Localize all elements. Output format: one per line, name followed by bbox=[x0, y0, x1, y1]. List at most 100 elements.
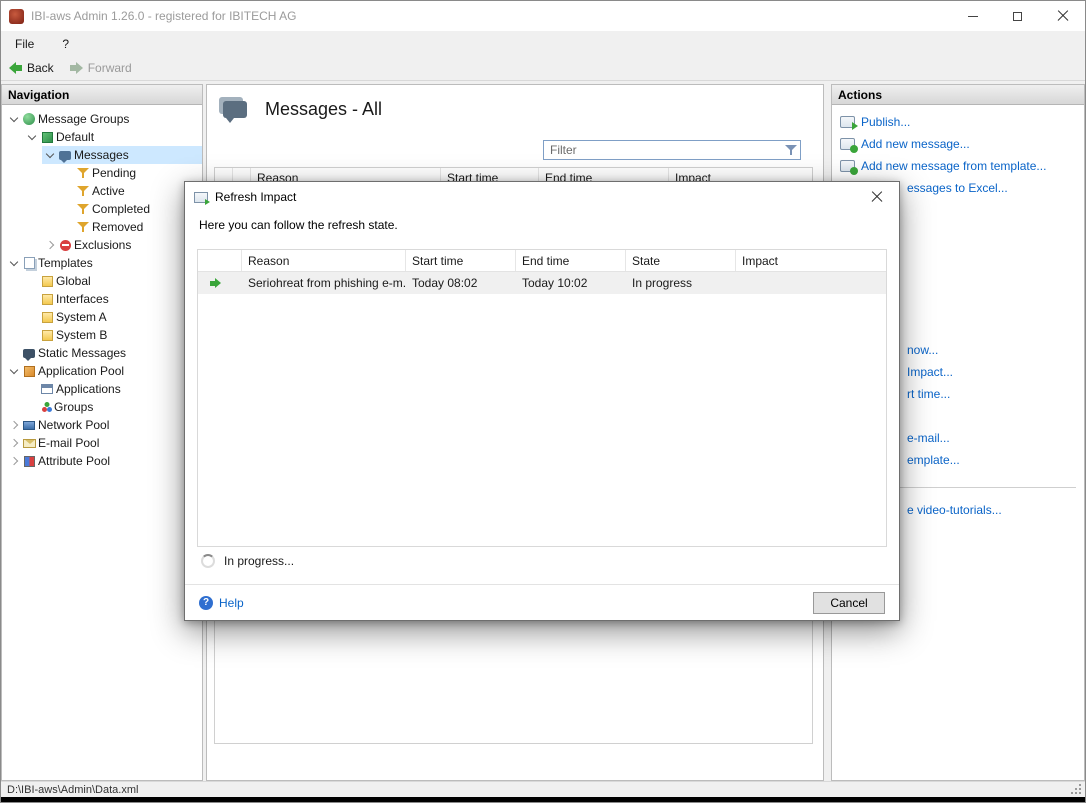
maximize-icon bbox=[1013, 12, 1022, 21]
messages-page-icon bbox=[223, 101, 247, 118]
chevron-right-icon[interactable] bbox=[6, 417, 22, 433]
action-fragment-impact[interactable]: Impact... bbox=[907, 365, 953, 379]
template-icon bbox=[40, 292, 54, 306]
chevron-down-icon[interactable] bbox=[24, 129, 40, 145]
column-state[interactable]: State bbox=[626, 250, 736, 271]
action-label: now... bbox=[907, 343, 938, 357]
nav-item-global[interactable]: Global bbox=[24, 272, 202, 290]
window-title: IBI-aws Admin 1.26.0 - registered for IB… bbox=[31, 9, 296, 23]
action-publish[interactable]: Publish... bbox=[840, 115, 910, 129]
navigation-panel: Navigation Message Groups Default Messag… bbox=[1, 84, 203, 781]
column-impact[interactable]: Impact bbox=[736, 250, 886, 271]
nav-item-messages[interactable]: Messages bbox=[42, 146, 202, 164]
chevron-right-icon[interactable] bbox=[42, 237, 58, 253]
actions-header: Actions bbox=[832, 85, 1084, 105]
column-state-icon[interactable] bbox=[198, 250, 242, 271]
column-reason[interactable]: Reason bbox=[242, 250, 406, 271]
templates-icon bbox=[22, 256, 36, 270]
chevron-down-icon[interactable] bbox=[6, 363, 22, 379]
row-reason: Seriohreat from phishing e-m... bbox=[242, 276, 406, 290]
filter-input[interactable] bbox=[544, 141, 784, 159]
application-pool-icon bbox=[22, 364, 36, 378]
help-link[interactable]: Help bbox=[199, 596, 244, 610]
dialog-close-button[interactable] bbox=[854, 182, 899, 212]
nav-item-pending[interactable]: Pending bbox=[60, 164, 202, 182]
app-icon bbox=[9, 9, 24, 24]
column-end-time[interactable]: End time bbox=[516, 250, 626, 271]
forward-button[interactable]: Forward bbox=[70, 61, 132, 75]
action-video-tutorials-fragment[interactable]: e video-tutorials... bbox=[907, 503, 1002, 517]
message-group-icon bbox=[40, 130, 54, 144]
column-start-time[interactable]: Start time bbox=[406, 250, 516, 271]
chevron-down-icon[interactable] bbox=[6, 111, 22, 127]
nav-item-completed[interactable]: Completed bbox=[60, 200, 202, 218]
nav-item-interfaces[interactable]: Interfaces bbox=[24, 290, 202, 308]
nav-item-system-b[interactable]: System B bbox=[24, 326, 202, 344]
nav-item-attribute-pool[interactable]: Attribute Pool bbox=[6, 452, 202, 470]
row-end-time: Today 10:02 bbox=[516, 276, 626, 290]
forward-arrow-icon bbox=[70, 62, 83, 74]
app-window: IBI-aws Admin 1.26.0 - registered for IB… bbox=[0, 0, 1086, 803]
back-button[interactable]: Back bbox=[9, 61, 54, 75]
menu-file[interactable]: File bbox=[11, 35, 38, 53]
nav-item-active[interactable]: Active bbox=[60, 182, 202, 200]
chevron-down-icon[interactable] bbox=[6, 255, 22, 271]
chevron-right-icon[interactable] bbox=[6, 435, 22, 451]
nav-toolbar: Back Forward bbox=[1, 56, 1085, 81]
minimize-button[interactable] bbox=[950, 1, 995, 31]
progress-label: In progress... bbox=[224, 554, 294, 568]
status-bar: D:\IBI-aws\Admin\Data.xml bbox=[1, 781, 1085, 797]
action-add-message-from-template[interactable]: Add new message from template... bbox=[840, 159, 1046, 173]
nav-item-system-a[interactable]: System A bbox=[24, 308, 202, 326]
action-label: Publish... bbox=[861, 115, 910, 129]
network-pool-icon bbox=[22, 418, 36, 432]
funnel-removed-icon bbox=[76, 220, 90, 234]
action-fragment-email[interactable]: e-mail... bbox=[907, 431, 950, 445]
action-fragment-now[interactable]: now... bbox=[907, 343, 938, 357]
add-message-icon bbox=[840, 138, 855, 150]
nav-item-templates[interactable]: Templates bbox=[6, 254, 202, 272]
menu-help[interactable]: ? bbox=[58, 35, 73, 53]
action-label: e-mail... bbox=[907, 431, 950, 445]
nav-item-exclusions[interactable]: Exclusions bbox=[42, 236, 202, 254]
nav-item-applications[interactable]: Applications bbox=[24, 380, 202, 398]
nav-item-network-pool[interactable]: Network Pool bbox=[6, 416, 202, 434]
spinner-icon bbox=[201, 554, 215, 568]
action-label: Add new message... bbox=[861, 137, 970, 151]
action-add-new-message[interactable]: Add new message... bbox=[840, 137, 970, 151]
action-label: emplate... bbox=[907, 453, 960, 467]
table-row[interactable]: Seriohreat from phishing e-m... Today 08… bbox=[198, 272, 886, 294]
dialog-description: Here you can follow the refresh state. bbox=[185, 212, 899, 232]
email-pool-icon bbox=[22, 436, 36, 450]
funnel-pending-icon bbox=[76, 166, 90, 180]
nav-item-groups[interactable]: Groups bbox=[24, 398, 202, 416]
template-icon bbox=[40, 274, 54, 288]
help-label: Help bbox=[219, 596, 244, 610]
nav-item-message-groups[interactable]: Message Groups bbox=[6, 110, 202, 128]
back-arrow-icon bbox=[9, 62, 22, 74]
nav-item-static-messages[interactable]: Static Messages bbox=[6, 344, 202, 362]
cancel-button[interactable]: Cancel bbox=[813, 592, 885, 614]
resize-grip-icon[interactable] bbox=[1071, 784, 1081, 794]
action-fragment-template[interactable]: emplate... bbox=[907, 453, 960, 467]
row-start-time: Today 08:02 bbox=[406, 276, 516, 290]
nav-item-removed[interactable]: Removed bbox=[60, 218, 202, 236]
filter-icon[interactable] bbox=[784, 143, 798, 157]
row-state-cell bbox=[198, 278, 242, 288]
chevron-down-icon[interactable] bbox=[42, 147, 58, 163]
nav-item-application-pool[interactable]: Application Pool bbox=[6, 362, 202, 380]
nav-item-email-pool[interactable]: E-mail Pool bbox=[6, 434, 202, 452]
close-button[interactable] bbox=[1040, 1, 1085, 31]
window-controls bbox=[950, 1, 1085, 31]
main-header: Messages - All bbox=[207, 85, 823, 120]
nav-item-default[interactable]: Default bbox=[24, 128, 202, 146]
maximize-button[interactable] bbox=[995, 1, 1040, 31]
refresh-state-table: Reason Start time End time State Impact … bbox=[197, 249, 887, 547]
action-label: e video-tutorials... bbox=[907, 503, 1002, 517]
chevron-right-icon[interactable] bbox=[6, 453, 22, 469]
action-export-excel-fragment[interactable]: essages to Excel... bbox=[907, 181, 1008, 195]
page-title: Messages - All bbox=[265, 99, 382, 120]
refresh-table-header: Reason Start time End time State Impact bbox=[198, 250, 886, 272]
action-label: Impact... bbox=[907, 365, 953, 379]
action-fragment-start-time[interactable]: rt time... bbox=[907, 387, 950, 401]
